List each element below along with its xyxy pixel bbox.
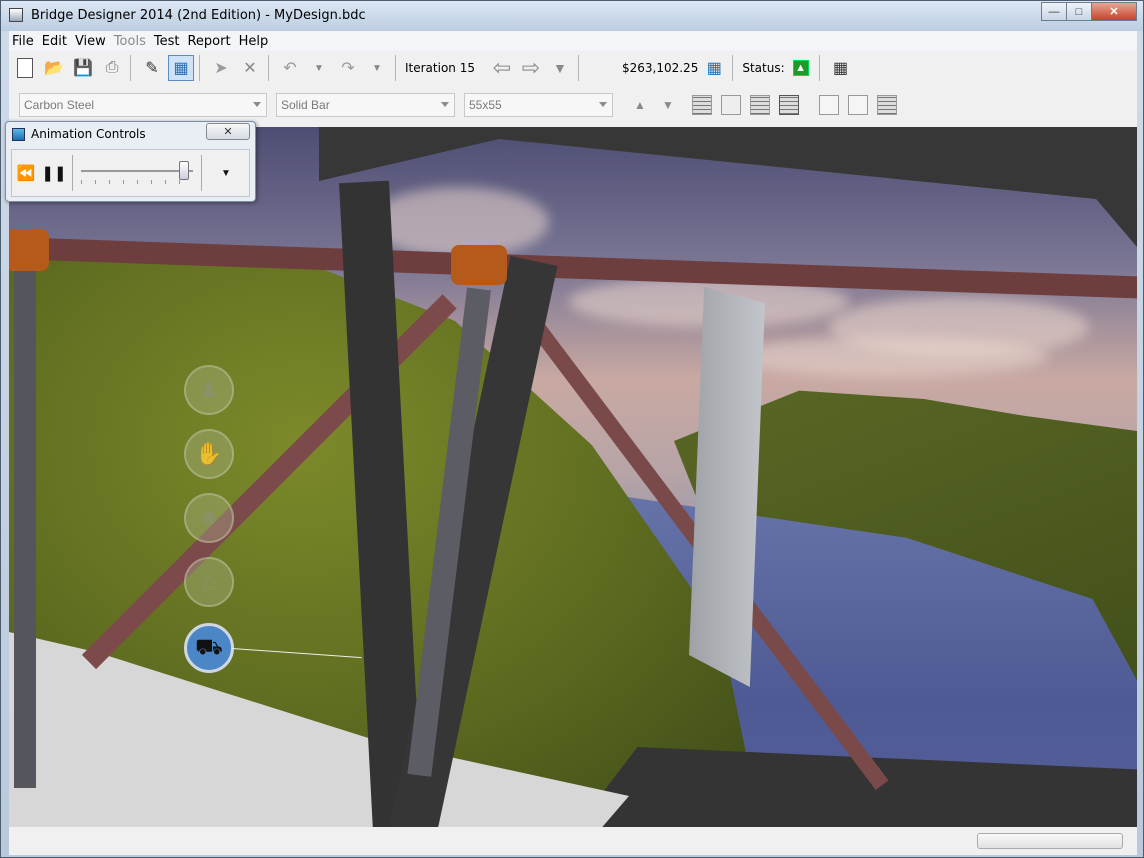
toolbar-separator	[199, 55, 200, 81]
joint-cap	[9, 229, 49, 271]
undo-icon[interactable]: ↶	[277, 55, 303, 81]
chevron-down-icon[interactable]: ▼	[212, 159, 240, 187]
coarse-grid-icon[interactable]	[819, 95, 839, 115]
menu-bar: File Edit View Tools Test Report Help	[9, 31, 1137, 51]
size-select[interactable]: 55x55	[464, 93, 613, 117]
animation-separator	[201, 155, 202, 191]
save-disk-icon[interactable]: 💾	[70, 55, 96, 81]
status-ok-icon[interactable]: ▲	[788, 55, 814, 81]
iteration-forward-icon[interactable]: ⇨	[518, 55, 544, 81]
toolbar-separator	[577, 55, 579, 81]
head-look-icon[interactable]: ☻	[184, 493, 234, 543]
member-labels-icon[interactable]	[721, 95, 741, 115]
3d-viewport[interactable]: ♟ ✋ ☻ ⌂ ⛟	[9, 127, 1137, 827]
iteration-label: Iteration 15	[405, 61, 475, 75]
window-title: Bridge Designer 2014 (2nd Edition) - MyD…	[31, 8, 366, 23]
member-list-icon[interactable]	[692, 95, 712, 115]
main-window: Bridge Designer 2014 (2nd Edition) - MyD…	[0, 0, 1144, 858]
chevron-down-icon	[253, 102, 261, 107]
walk-icon[interactable]: ♟	[184, 365, 234, 415]
animation-controls-title-text: Animation Controls	[31, 127, 146, 141]
drafting-mode-icon[interactable]: ✎	[139, 55, 165, 81]
menu-file[interactable]: File	[9, 34, 37, 49]
open-folder-icon[interactable]: 📂	[41, 55, 67, 81]
report-table-icon[interactable]: ▦	[828, 55, 854, 81]
toolbar-separator	[818, 55, 820, 81]
toolbar-separator	[268, 55, 269, 81]
medium-grid-icon[interactable]	[848, 95, 868, 115]
new-document-icon[interactable]	[12, 55, 38, 81]
joint-cap	[451, 245, 507, 285]
app-icon	[9, 8, 23, 22]
title-bar[interactable]: Bridge Designer 2014 (2nd Edition) - MyD…	[1, 1, 1143, 31]
member-table-icon[interactable]	[779, 95, 799, 115]
menu-view[interactable]: View	[72, 34, 109, 49]
undo-dropdown-icon[interactable]: ▼	[306, 55, 332, 81]
animation-speed-slider[interactable]	[77, 158, 197, 188]
animation-controls-title[interactable]: Animation Controls	[12, 127, 146, 141]
redo-icon[interactable]: ↷	[335, 55, 361, 81]
menu-edit[interactable]: Edit	[39, 34, 70, 49]
pause-icon[interactable]: ❚❚	[40, 159, 68, 187]
animation-separator	[72, 155, 73, 191]
status-bar	[9, 827, 1137, 855]
fine-grid-icon[interactable]	[877, 95, 897, 115]
load-test-mode-icon[interactable]: ▦	[168, 55, 194, 81]
truck-icon[interactable]: ⛟	[184, 623, 234, 673]
hand-pan-icon[interactable]: ✋	[184, 429, 234, 479]
menu-tools[interactable]: Tools	[111, 34, 149, 49]
gray-vertical-member	[14, 268, 36, 788]
main-toolbar: 📂 💾 ⎙ ✎ ▦ ➤ ✕ ↶ ▼ ↷ ▼ Iteration 15 ⇦ ⇨ ▼…	[9, 51, 1137, 85]
section-select[interactable]: Solid Bar	[276, 93, 455, 117]
chevron-down-icon	[441, 102, 449, 107]
maximize-button[interactable]: □	[1066, 2, 1092, 21]
slider-track	[81, 170, 193, 172]
redo-dropdown-icon[interactable]: ▼	[364, 55, 390, 81]
animation-controls-body: ⏪ ❚❚ ▼	[11, 149, 250, 197]
toolbar-separator	[395, 55, 396, 81]
close-button[interactable]: ✕	[1091, 2, 1137, 21]
section-value: Solid Bar	[281, 98, 330, 112]
size-value: 55x55	[469, 98, 502, 112]
menu-report[interactable]: Report	[184, 34, 233, 49]
print-icon[interactable]: ⎙	[99, 55, 125, 81]
cost-calculator-icon[interactable]: ▦	[701, 55, 727, 81]
menu-help[interactable]: Help	[236, 34, 272, 49]
window-buttons: — □ ✕	[1041, 2, 1137, 21]
progress-bar	[977, 833, 1123, 849]
status-label: Status:	[742, 61, 785, 75]
minimize-button[interactable]: —	[1041, 2, 1067, 21]
rewind-icon[interactable]: ⏪	[12, 159, 40, 187]
slider-ticks	[81, 180, 193, 184]
decrease-size-icon[interactable]: ▼	[655, 92, 681, 118]
toolbar-separator	[732, 55, 734, 81]
animation-panel-icon	[12, 127, 25, 141]
cost-label: $263,102.25	[621, 61, 699, 75]
increase-size-icon[interactable]: ▲	[627, 92, 653, 118]
chevron-down-icon	[599, 102, 607, 107]
material-value: Carbon Steel	[24, 98, 95, 112]
animation-close-button[interactable]: ✕	[206, 123, 250, 140]
toolbar-separator	[130, 55, 131, 81]
delete-icon[interactable]: ✕	[237, 55, 263, 81]
material-select[interactable]: Carbon Steel	[19, 93, 267, 117]
select-all-icon[interactable]: ➤	[208, 55, 234, 81]
menu-test[interactable]: Test	[151, 34, 183, 49]
member-numbers-icon[interactable]	[750, 95, 770, 115]
iteration-list-icon[interactable]: ▼	[547, 55, 573, 81]
slider-thumb[interactable]	[178, 161, 189, 180]
home-icon[interactable]: ⌂	[184, 557, 234, 607]
animation-controls-panel[interactable]: Animation Controls ✕ ⏪ ❚❚ ▼	[5, 121, 256, 202]
iteration-back-icon[interactable]: ⇦	[489, 55, 515, 81]
